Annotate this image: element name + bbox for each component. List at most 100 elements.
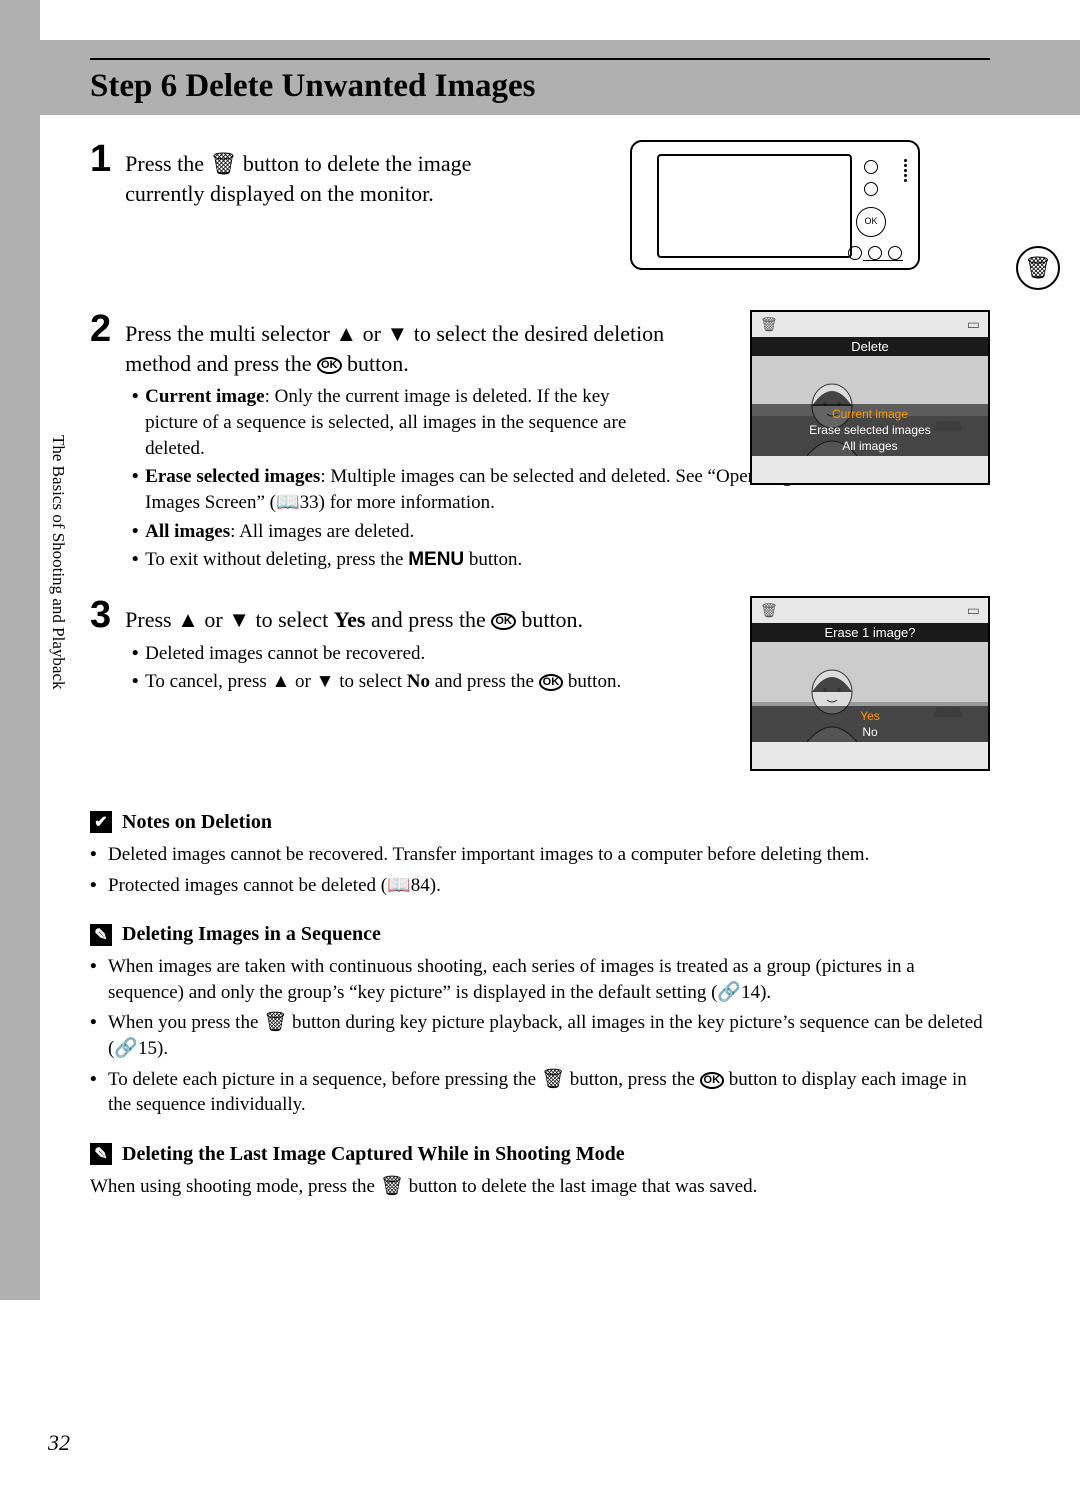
up-arrow-icon: ▲	[177, 607, 199, 632]
text: ).	[157, 1038, 168, 1059]
camera-button	[848, 246, 862, 260]
trash-icon: 🗑	[760, 316, 778, 333]
note-bullet: • Deleted images cannot be recovered. Tr…	[90, 842, 990, 868]
camera-speaker	[904, 157, 910, 184]
lcd-preview: Yes No	[752, 642, 988, 742]
trash-icon: 🗑	[380, 1176, 404, 1197]
down-arrow-icon: ▼	[316, 671, 335, 692]
trash-icon: 🗑	[209, 151, 237, 176]
check-icon: ✔	[90, 811, 112, 833]
text: ).	[760, 982, 771, 1003]
ok-icon: OK	[700, 1072, 725, 1089]
text: Press the multi selector	[125, 321, 335, 346]
camera-ok-button: OK	[856, 207, 886, 237]
text: or	[357, 321, 386, 346]
note-heading: ✎ Deleting Images in a Sequence	[90, 923, 990, 946]
page-ref: 15	[138, 1038, 157, 1059]
lcd-title: Erase 1 image?	[752, 623, 988, 642]
pencil-icon: ✎	[90, 924, 112, 946]
step-3-bullets: • Deleted images cannot be recovered. • …	[125, 641, 665, 695]
lcd-preview: Current image Erase selected images All …	[752, 356, 988, 456]
ref-icon: 🔗	[717, 982, 741, 1003]
trash-icon: 🗑	[760, 602, 778, 619]
step-2-number: 2	[90, 310, 111, 348]
text: Deleted images cannot be recovered. Tran…	[108, 842, 990, 868]
text: To exit without deleting, press the	[145, 549, 408, 570]
step-3-number: 3	[90, 596, 111, 634]
page-ref: 84	[411, 875, 430, 896]
text: to select	[334, 671, 406, 692]
note-heading: ✎ Deleting the Last Image Captured While…	[90, 1143, 990, 1166]
lcd-confirm-erase: 🗑 ▭ Erase 1 image? Yes No	[750, 596, 990, 771]
notes-sequence: ✎ Deleting Images in a Sequence • When i…	[90, 923, 990, 1118]
text: or	[199, 607, 228, 632]
menu-label: MENU	[408, 549, 464, 570]
book-icon: 📖	[276, 492, 300, 513]
camera-lcd	[657, 154, 852, 258]
note-bullet: • Protected images cannot be deleted (📖8…	[90, 873, 990, 899]
note-bullet: • When images are taken with continuous …	[90, 954, 990, 1005]
book-icon: 📖	[387, 875, 411, 896]
battery-icon: ▭	[967, 316, 980, 333]
trash-icon-callout: 🗑	[1016, 246, 1060, 290]
text: button, press the	[565, 1069, 700, 1090]
bullet-all-images: • All images: All images are deleted.	[125, 519, 990, 545]
bullet-cancel: • To cancel, press ▲ or ▼ to select No a…	[125, 669, 665, 695]
trash-icon: 🗑	[263, 1012, 287, 1033]
option-erase-selected: Erase selected images	[752, 422, 988, 438]
bullet-current-image: • Current image: Only the current image …	[125, 384, 665, 461]
page-header: Step 6 Delete Unwanted Images	[90, 58, 990, 105]
note-title: Notes on Deletion	[122, 811, 272, 834]
lcd-status-bar: 🗑 ▭	[752, 598, 988, 623]
text: ) for more information.	[319, 492, 495, 513]
text: button to delete the last image that was…	[404, 1176, 758, 1197]
yes-label: Yes	[334, 607, 366, 632]
label: Current image	[145, 386, 264, 407]
lcd-options: Current image Erase selected images All …	[752, 404, 988, 456]
option-no: No	[752, 724, 988, 740]
lcd-title: Delete	[752, 337, 988, 356]
text: When you press the	[108, 1012, 263, 1033]
note-title: Deleting the Last Image Captured While i…	[122, 1143, 625, 1166]
trash-icon: 🗑	[1024, 255, 1052, 281]
lcd-options: Yes No	[752, 706, 988, 742]
text: or	[290, 671, 315, 692]
ok-icon: OK	[317, 357, 342, 374]
note-title: Deleting Images in a Sequence	[122, 923, 381, 946]
label: All images	[145, 521, 230, 542]
text: Protected images cannot be deleted (	[108, 875, 387, 896]
text: To delete each picture in a sequence, be…	[108, 1069, 541, 1090]
page-ref: 33	[300, 492, 319, 513]
ok-icon: OK	[539, 674, 564, 691]
page-title: Step 6 Delete Unwanted Images	[90, 68, 990, 105]
step-1-number: 1	[90, 140, 111, 178]
ref-icon: 🔗	[114, 1038, 138, 1059]
camera-illustration: OK 🗑	[630, 140, 990, 280]
page-content: 1 Press the 🗑 button to delete the image…	[90, 140, 990, 1200]
down-arrow-icon: ▼	[386, 321, 408, 346]
battery-icon: ▭	[967, 602, 980, 619]
step-1-body: Press the 🗑 button to delete the image c…	[125, 149, 525, 208]
text: To cancel, press	[145, 671, 271, 692]
lcd-status-bar: 🗑 ▭	[752, 312, 988, 337]
camera-body: OK	[630, 140, 920, 270]
step-1: 1 Press the 🗑 button to delete the image…	[90, 140, 990, 290]
step-3: 3 Press ▲ or ▼ to select Yes and press t…	[90, 596, 990, 786]
up-arrow-icon: ▲	[271, 671, 290, 692]
text: ).	[430, 875, 441, 896]
label: Erase selected images	[145, 466, 320, 487]
trash-icon: 🗑	[541, 1069, 565, 1090]
no-label: No	[407, 671, 430, 692]
ok-icon: OK	[491, 613, 516, 630]
option-all: All images	[752, 438, 988, 454]
up-arrow-icon: ▲	[335, 321, 357, 346]
note-bullet: • When you press the 🗑 button during key…	[90, 1010, 990, 1061]
text: button.	[464, 549, 522, 570]
down-arrow-icon: ▼	[228, 607, 250, 632]
note-text: When using shooting mode, press the 🗑 bu…	[90, 1174, 990, 1200]
bullet-no-recover: • Deleted images cannot be recovered.	[125, 641, 665, 667]
text: button.	[563, 671, 621, 692]
text: and press the	[430, 671, 539, 692]
text: button.	[342, 351, 409, 376]
text: Deleted images cannot be recovered.	[145, 641, 665, 667]
